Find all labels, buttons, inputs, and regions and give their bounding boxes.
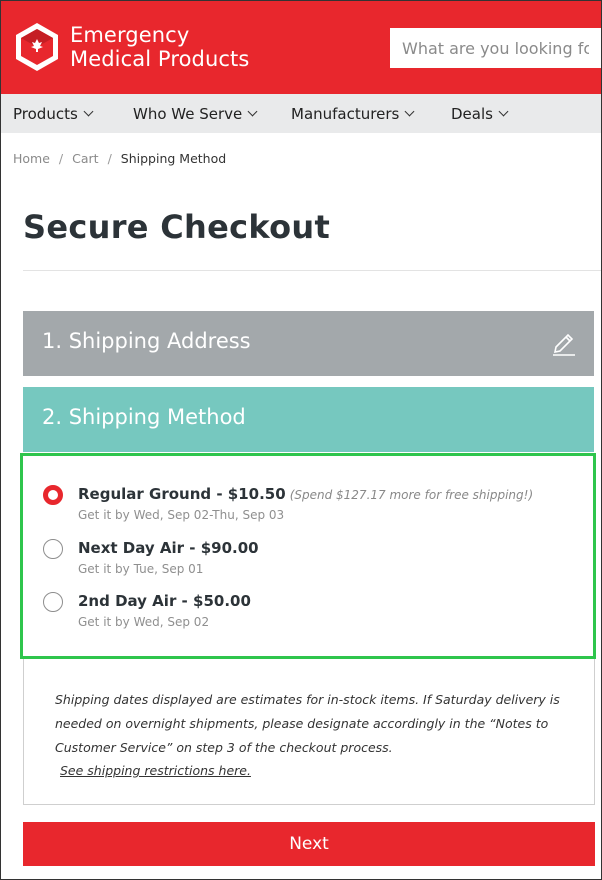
breadcrumb-current: Shipping Method: [120, 151, 227, 166]
page-title: Secure Checkout: [23, 208, 331, 246]
shipping-option-eta: Get it by Tue, Sep 01: [78, 562, 204, 576]
brand-line-1: Emergency: [70, 23, 190, 47]
shipping-option-name: Regular Ground - $10.50: [78, 485, 286, 503]
radio-button[interactable]: [43, 539, 63, 559]
site-header: Emergency Medical Products: [1, 1, 601, 94]
page-frame: Emergency Medical Products Products Who …: [0, 0, 602, 880]
shipping-restrictions-link[interactable]: See shipping restrictions here.: [60, 763, 251, 778]
chevron-down-icon: [404, 106, 415, 117]
breadcrumb-home[interactable]: Home: [13, 151, 50, 166]
search-input[interactable]: [390, 28, 601, 68]
shipping-option-name: Next Day Air - $90.00: [78, 539, 259, 557]
nav-item-who-we-serve[interactable]: Who We Serve: [133, 94, 258, 133]
shipping-info: Shipping dates displayed are estimates f…: [23, 659, 595, 805]
chevron-down-icon: [498, 106, 509, 117]
breadcrumb: Home / Cart / Shipping Method: [13, 151, 226, 166]
brand-line-2: Medical Products: [70, 47, 250, 71]
nav-item-label: Manufacturers: [291, 104, 400, 123]
nav-item-label: Deals: [451, 104, 493, 123]
shipping-method-step-title: 2. Shipping Method: [42, 405, 246, 429]
breadcrumb-separator: /: [107, 151, 112, 166]
radio-button[interactable]: [43, 592, 63, 612]
shipping-method-step: 2. Shipping Method: [23, 387, 594, 452]
brand-name[interactable]: Emergency Medical Products: [70, 23, 249, 71]
shipping-option-label: Regular Ground - $10.50 (Spend $127.17 mo…: [78, 485, 533, 503]
nav-item-manufacturers[interactable]: Manufacturers: [291, 94, 415, 133]
chevron-down-icon: [83, 106, 94, 117]
nav-item-products[interactable]: Products: [13, 94, 94, 133]
breadcrumb-separator: /: [58, 151, 64, 166]
chevron-down-icon: [247, 106, 258, 117]
main-nav: Products Who We Serve Manufacturers Deal…: [1, 94, 601, 133]
radio-button-selected[interactable]: [43, 485, 63, 505]
logo-icon[interactable]: [13, 21, 61, 73]
shipping-address-step[interactable]: 1. Shipping Address: [23, 311, 594, 376]
nav-item-label: Who We Serve: [133, 104, 243, 123]
shipping-option-name: 2nd Day Air - $50.00: [78, 592, 251, 610]
next-button[interactable]: Next: [23, 822, 595, 866]
shipping-option-eta: Get it by Wed, Sep 02: [78, 615, 210, 629]
shipping-options: Regular Ground - $10.50 (Spend $127.17 mo…: [20, 453, 596, 659]
shipping-option-eta: Get it by Wed, Sep 02-Thu, Sep 03: [78, 508, 285, 522]
title-divider: [23, 270, 601, 271]
breadcrumb-cart[interactable]: Cart: [72, 151, 98, 166]
nav-item-label: Products: [13, 104, 78, 123]
shipping-info-text: Shipping dates displayed are estimates f…: [55, 692, 560, 755]
shipping-address-step-title: 1. Shipping Address: [42, 329, 251, 353]
nav-item-deals[interactable]: Deals: [451, 94, 509, 133]
pencil-icon[interactable]: [551, 330, 577, 356]
free-shipping-note: (Spend $127.17 more for free shipping!): [289, 488, 534, 502]
